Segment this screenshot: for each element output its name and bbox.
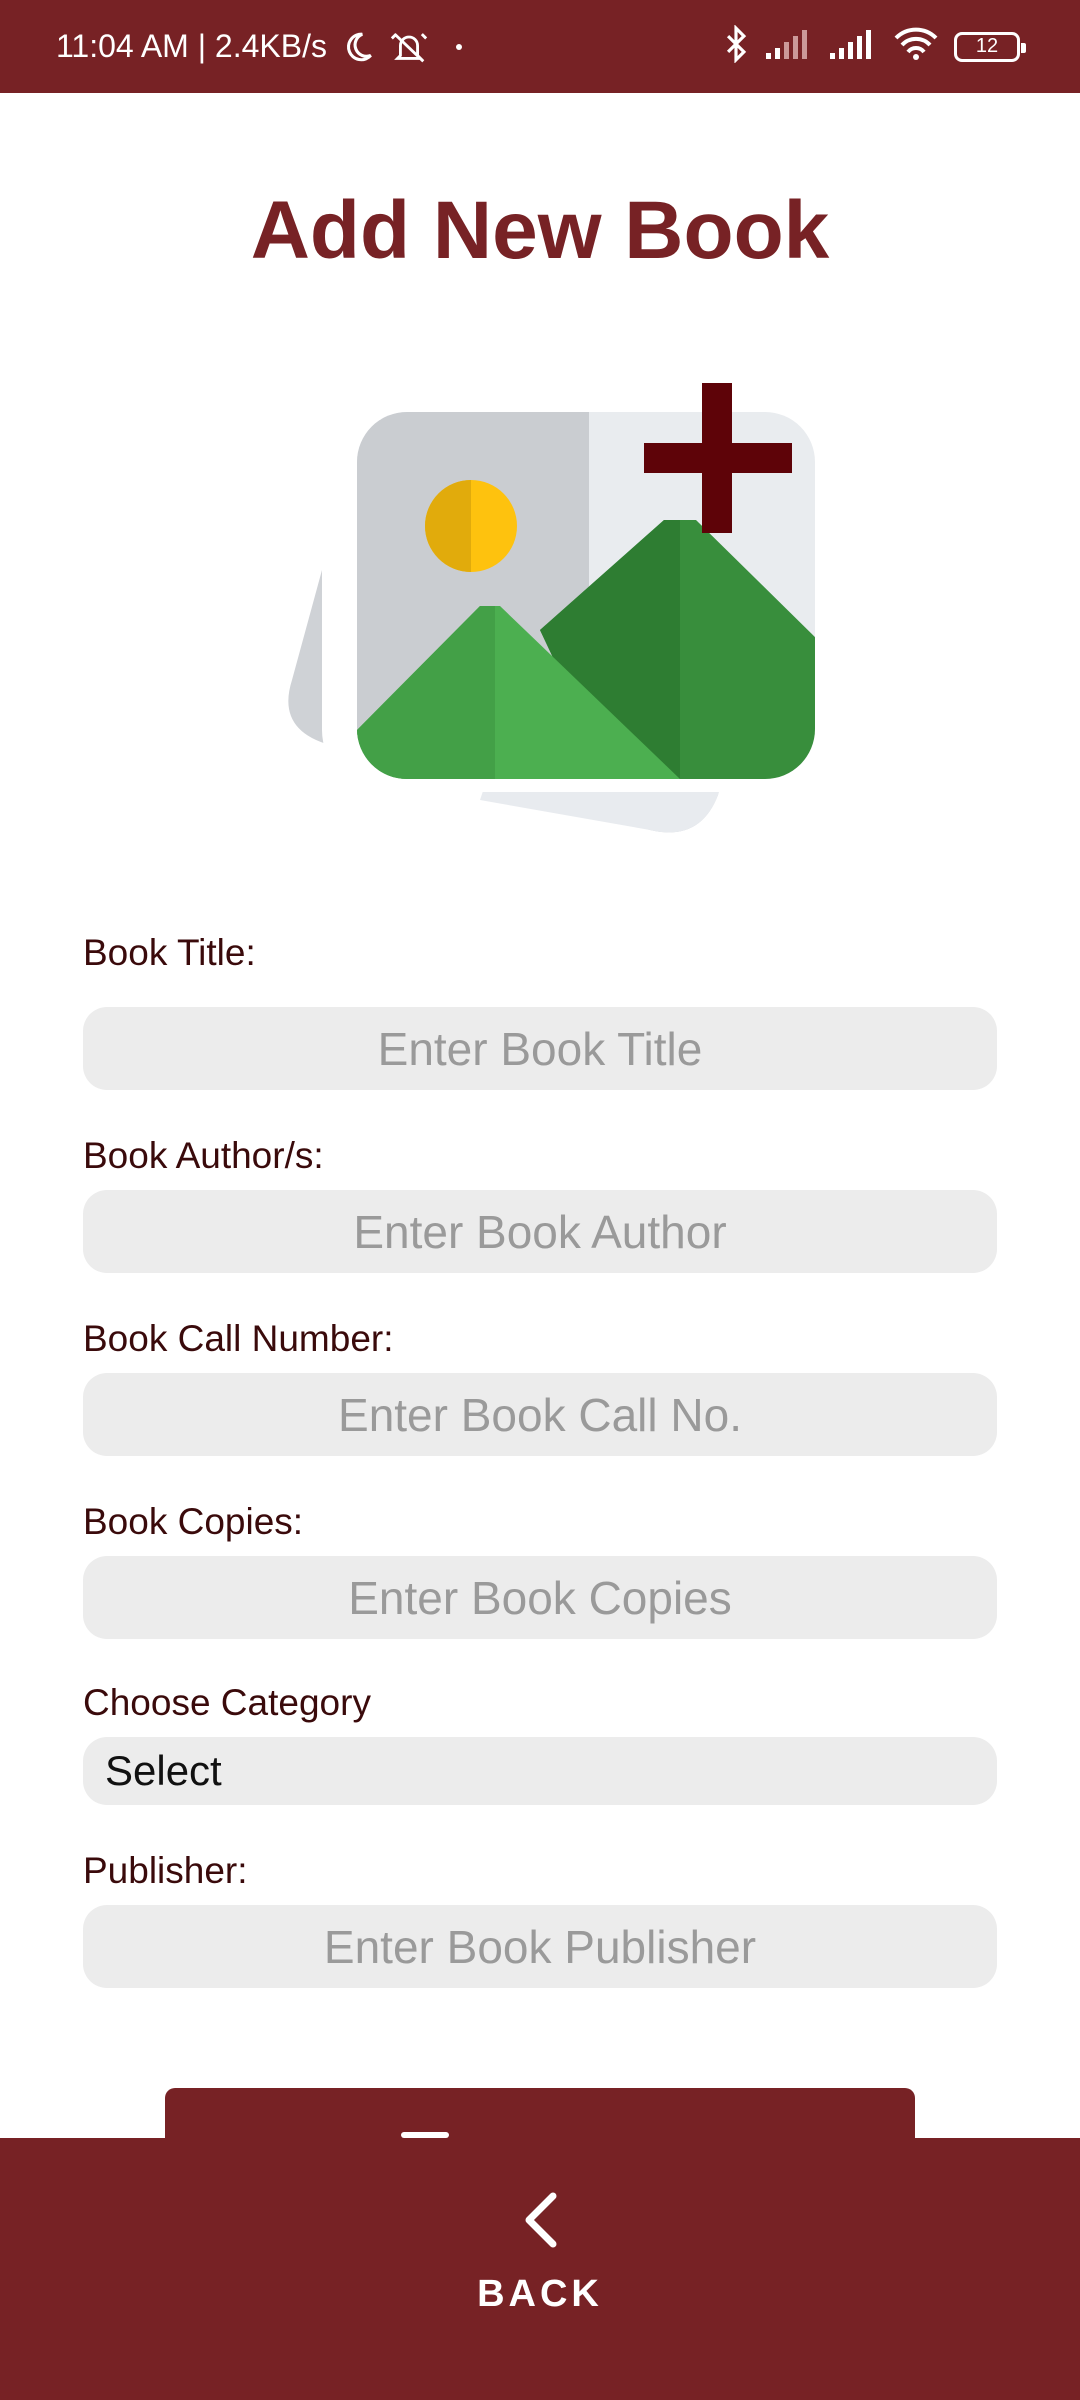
battery-icon: 12 [954,31,1026,62]
book-author-label: Book Author/s: [83,1135,324,1176]
add-image-icon[interactable] [260,380,820,920]
status-left: 11:04 AM | 2.4KB/s [56,0,463,93]
signal-icon [766,29,814,64]
publisher-input[interactable] [83,1905,997,1988]
book-author-input[interactable] [83,1190,997,1273]
category-select[interactable]: Select [83,1737,997,1805]
bluetooth-icon [722,24,750,68]
status-time: 11:04 AM | 2.4KB/s [56,28,327,64]
page-title: Add New Book [250,185,830,276]
status-bar: 11:04 AM | 2.4KB/s 12 [0,0,1080,93]
wifi-icon [894,27,938,66]
book-call-number-label: Book Call Number: [83,1318,394,1359]
book-copies-label: Book Copies: [83,1501,304,1542]
moon-icon [341,30,375,64]
status-right: 12 [722,0,1026,93]
book-title-label: Book Title: [83,932,256,973]
alarm-off-icon [389,29,429,65]
back-label: BACK [477,2273,603,2315]
signal-icon [830,29,878,64]
dot-icon [455,43,463,51]
chevron-left-icon [515,2190,565,2255]
book-title-input[interactable] [83,1007,997,1090]
book-call-number-input[interactable] [83,1373,997,1456]
category-label: Choose Category [83,1682,371,1723]
category-selected-value: Select [105,1747,222,1794]
book-copies-input[interactable] [83,1556,997,1639]
battery-level: 12 [975,35,999,57]
publisher-label: Publisher: [83,1850,248,1891]
back-button[interactable]: BACK [390,2190,690,2350]
